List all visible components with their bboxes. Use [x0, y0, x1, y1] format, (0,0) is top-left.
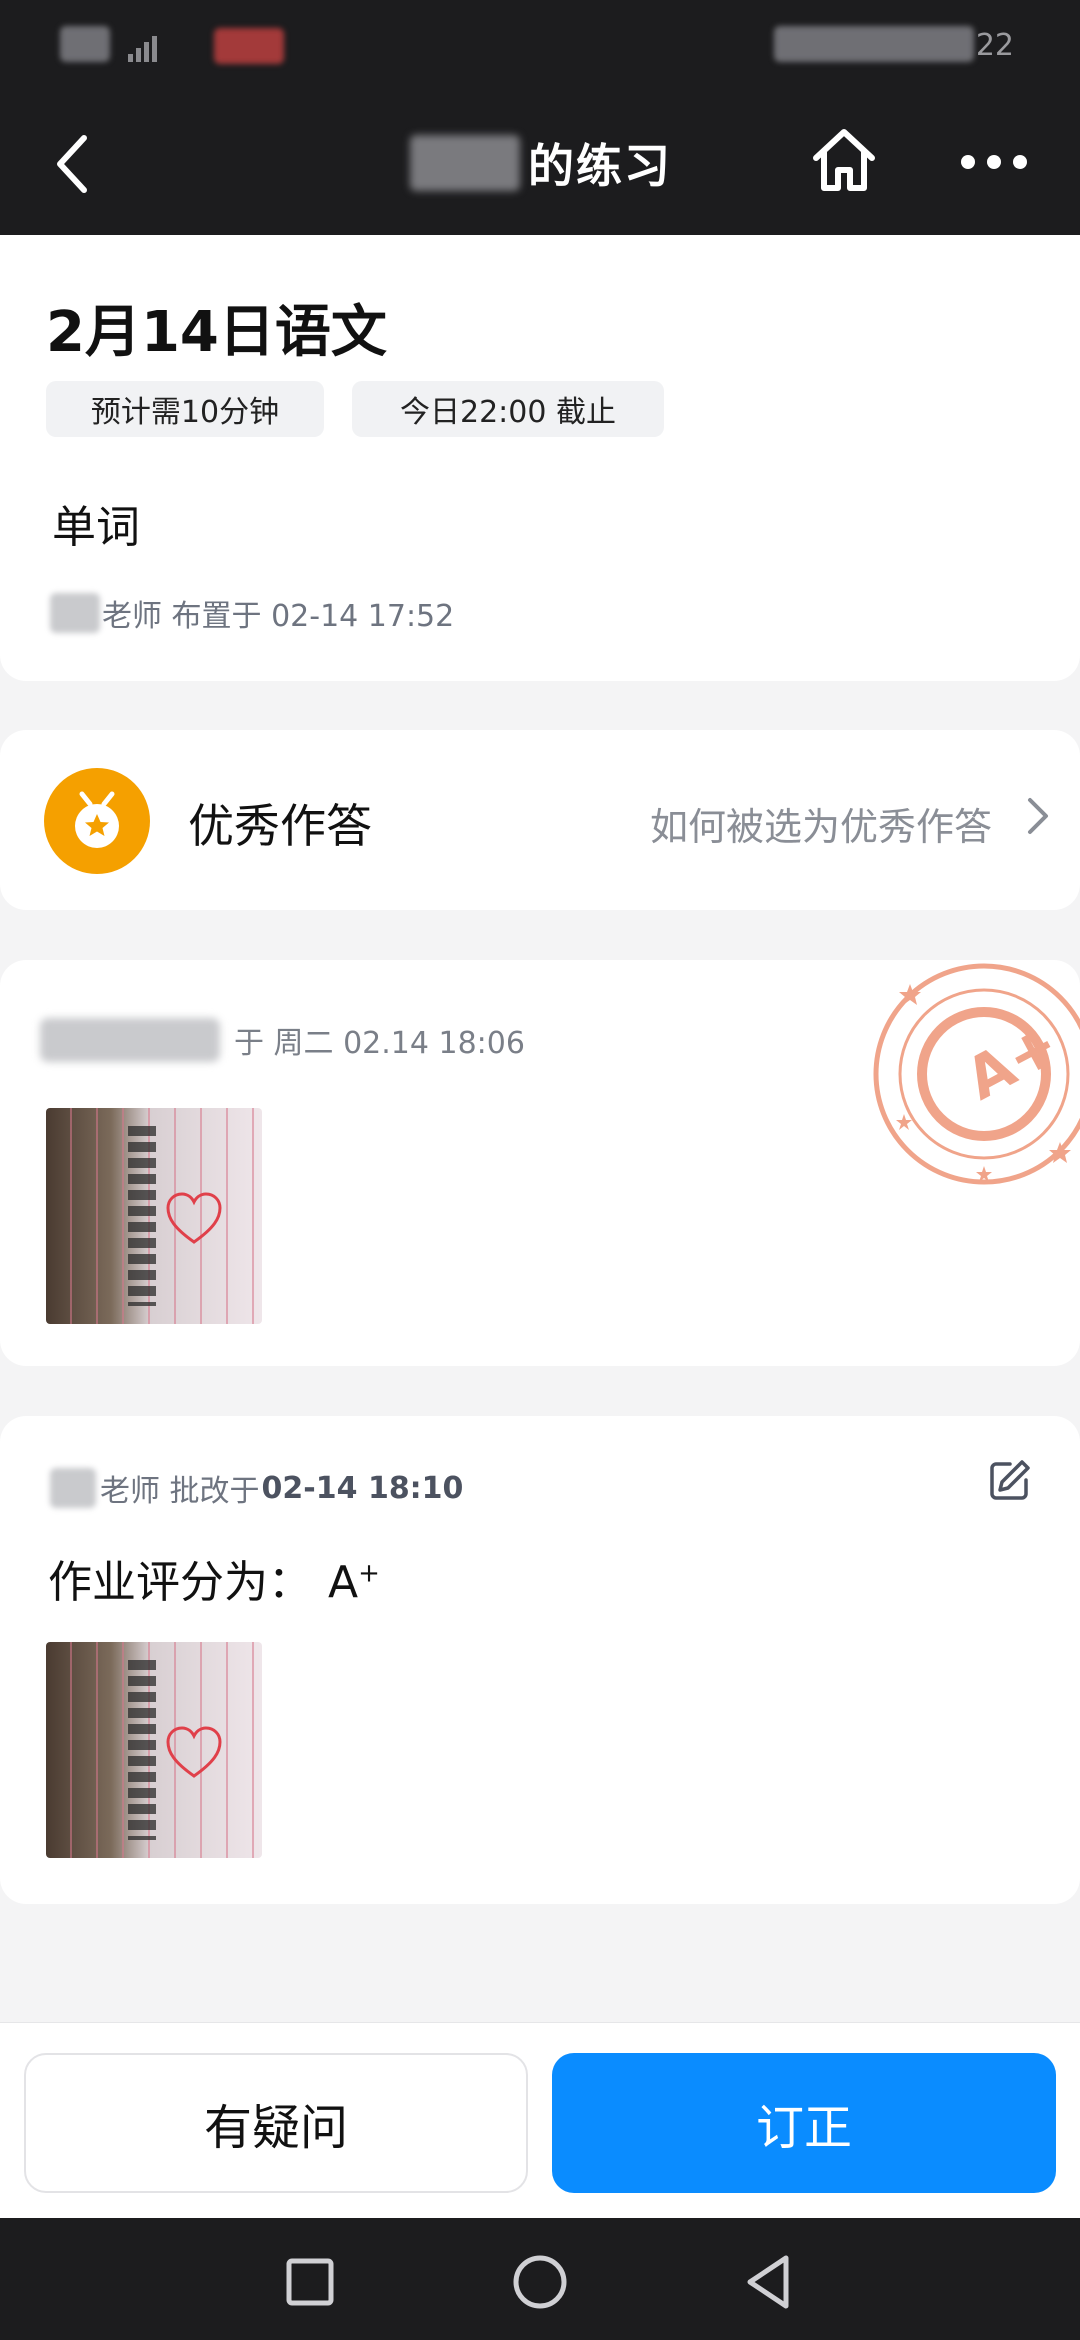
review-time: 02-14 18:10: [261, 1470, 464, 1506]
signal-icon: [128, 36, 157, 62]
excellent-help-link[interactable]: 如何被选为优秀作答: [650, 796, 992, 851]
system-back-icon[interactable]: [744, 2254, 792, 2310]
homework-title: 2月14日语文: [46, 300, 387, 365]
recent-apps-icon[interactable]: [286, 2258, 334, 2306]
submission-time: 于 周二 02.14 18:06: [234, 1026, 525, 1061]
grade-value: A+: [328, 1557, 380, 1608]
grade-label: 作业评分为：: [48, 1557, 312, 1608]
assigned-info: 老师 布置于 02-14 17:52: [50, 591, 454, 635]
handwriting: [128, 1660, 156, 1840]
correct-button[interactable]: 订正: [552, 2053, 1056, 2193]
heart-drawing: [166, 1192, 222, 1244]
submission-photo[interactable]: [46, 1108, 262, 1324]
status-blur-right: [774, 26, 974, 62]
review-info: 老师 批改于 02-14 18:10: [50, 1466, 463, 1510]
duration-tag: 预计需10分钟: [46, 381, 324, 437]
grade-letter: A: [328, 1557, 359, 1608]
home-icon[interactable]: [808, 124, 880, 196]
chevron-right-icon: [1028, 798, 1048, 834]
reviewer-name-blur: [50, 1468, 96, 1508]
deadline-tag: 今日22:00 截止: [352, 381, 664, 437]
heart-drawing: [166, 1726, 222, 1778]
edit-icon[interactable]: [988, 1458, 1032, 1502]
page-title-text: 的练习: [528, 139, 672, 193]
review-card: 老师 批改于 02-14 18:10 作业评分为： A+: [0, 1416, 1080, 1904]
status-blur-left: [60, 26, 110, 62]
teacher-name-blur: [50, 593, 100, 633]
student-name-blur: [40, 1018, 220, 1062]
reviewed-photo[interactable]: [46, 1642, 262, 1858]
title-blur: [410, 135, 520, 191]
excellent-answer-card[interactable]: 优秀作答 如何被选为优秀作答: [0, 730, 1080, 910]
assigned-by-text: 老师 布置于 02-14 17:52: [102, 599, 455, 634]
nav-bar: 的练习: [0, 100, 1080, 235]
status-blur-red: [214, 28, 284, 64]
status-bar: 22: [0, 0, 1080, 100]
medal-icon: [44, 768, 150, 874]
system-home-icon[interactable]: [512, 2254, 568, 2310]
app-header: 22 的练习: [0, 0, 1080, 235]
system-nav-bar: [0, 2218, 1080, 2340]
homework-content: 单词: [52, 502, 140, 553]
handwriting: [128, 1126, 156, 1306]
submission-card: 于 周二 02.14 18:06 A+: [0, 960, 1080, 1366]
grade-result: 作业评分为： A+: [48, 1546, 380, 1610]
grade-plus: +: [358, 1558, 380, 1589]
excellent-label: 优秀作答: [188, 799, 372, 853]
page-title: 的练习: [410, 128, 672, 198]
status-time: 22: [975, 28, 1014, 63]
submission-info: 于 周二 02.14 18:06: [40, 1018, 525, 1062]
more-icon[interactable]: [960, 154, 1028, 170]
grade-stamp-icon: A+: [873, 963, 1080, 1185]
reviewer-text: 老师 批改于: [100, 1474, 260, 1509]
action-bar: 有疑问 订正: [0, 2022, 1080, 2218]
homework-info-card: 2月14日语文 预计需10分钟 今日22:00 截止 单词 老师 布置于 02-…: [0, 235, 1080, 681]
back-icon[interactable]: [52, 132, 92, 196]
question-button[interactable]: 有疑问: [24, 2053, 528, 2193]
